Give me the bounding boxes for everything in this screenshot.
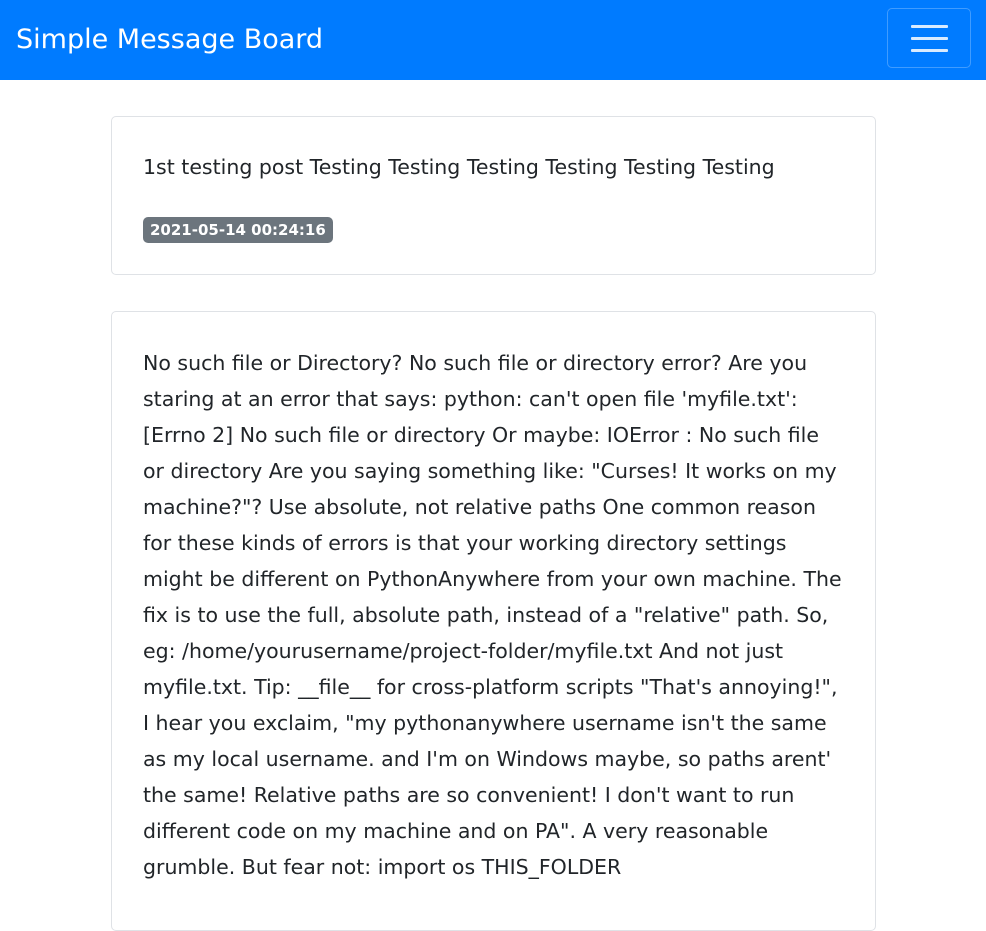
timestamp-badge: 2021-05-14 00:24:16 bbox=[143, 217, 333, 243]
hamburger-bar bbox=[911, 37, 948, 40]
post-text: 1st testing post Testing Testing Testing… bbox=[143, 155, 775, 179]
navbar-brand[interactable]: Simple Message Board bbox=[16, 20, 323, 60]
post-text: No such file or Directory? No such file … bbox=[143, 351, 842, 879]
navbar: Simple Message Board bbox=[0, 0, 986, 80]
hamburger-bar bbox=[911, 49, 948, 52]
post-card: 1st testing post Testing Testing Testing… bbox=[111, 116, 876, 275]
hamburger-bar bbox=[911, 25, 948, 28]
post-card: No such file or Directory? No such file … bbox=[111, 311, 876, 931]
navbar-toggle-button[interactable] bbox=[887, 8, 971, 68]
